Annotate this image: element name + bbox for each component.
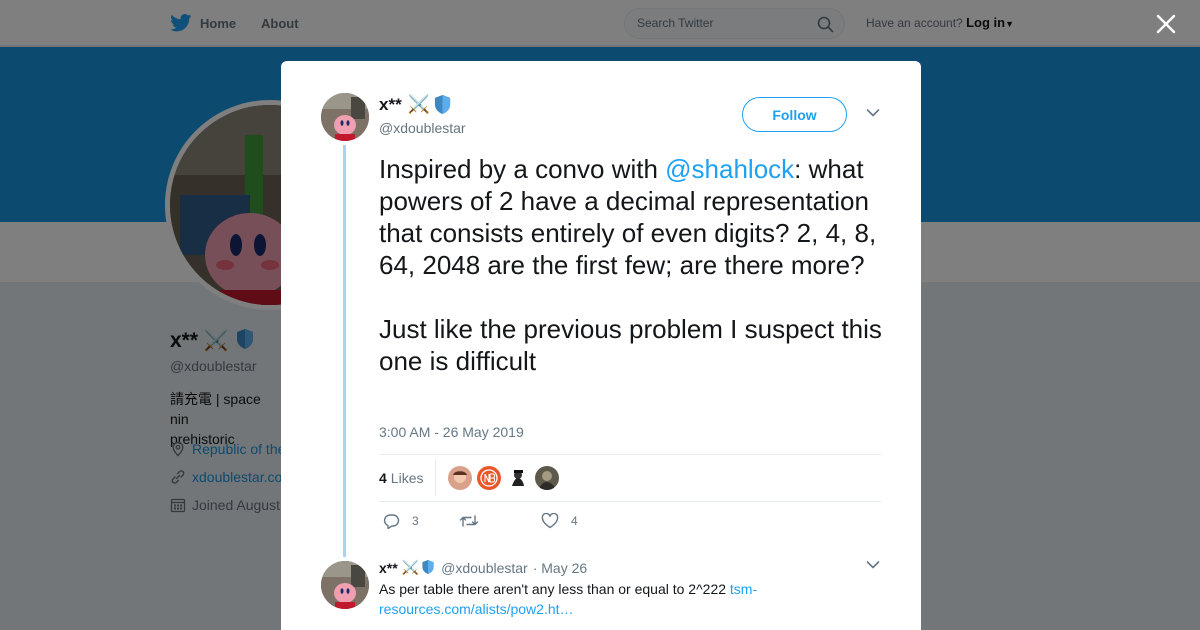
- liker-avatar[interactable]: [506, 466, 531, 490]
- likes-stat[interactable]: 4 Likes: [379, 460, 437, 496]
- tweet-text: Inspired by a convo with @shahlock: what…: [379, 153, 889, 377]
- tweet-actions: 3 4: [379, 513, 779, 533]
- tweet-stats: 4 Likes: [379, 454, 881, 502]
- reply-date[interactable]: · May 26: [533, 560, 587, 576]
- mention-link[interactable]: @shahlock: [665, 154, 794, 184]
- shield-icon: [422, 560, 434, 574]
- replies-count: 3: [412, 514, 419, 528]
- shield-icon: [435, 95, 451, 114]
- likes-label: Likes: [390, 470, 424, 486]
- liker-avatar[interactable]: [477, 466, 502, 490]
- tweet-timestamp[interactable]: 3:00 AM - 26 May 2019: [379, 424, 524, 440]
- tweet-modal: x** ⚔️ @xdoublestar Follow Inspired by a…: [281, 61, 921, 630]
- liker-avatar[interactable]: [448, 466, 473, 490]
- likers-list: [448, 466, 560, 490]
- follow-button[interactable]: Follow: [742, 97, 847, 132]
- reply-icon: [383, 514, 400, 529]
- author-avatar-image: [321, 93, 369, 141]
- reply-button[interactable]: 3: [383, 513, 419, 529]
- retweet-button[interactable]: [459, 513, 491, 529]
- reply-avatar-image: [321, 561, 369, 609]
- author-avatar[interactable]: [321, 93, 369, 141]
- reply-author-name[interactable]: x**: [379, 560, 398, 576]
- heart-icon: [541, 513, 559, 529]
- reply-text-body: As per table there aren't any less than …: [379, 581, 730, 597]
- reply-author-avatar[interactable]: [321, 561, 369, 609]
- crossed-swords-icon: ⚔️: [401, 559, 420, 575]
- reply-author-handle[interactable]: @xdoublestar: [441, 560, 528, 576]
- thread-line: [343, 145, 346, 557]
- author-name-text: x**: [379, 94, 402, 114]
- likes-action-count: 4: [571, 514, 578, 528]
- author-handle[interactable]: @xdoublestar: [379, 120, 466, 136]
- retweet-icon: [459, 515, 479, 527]
- reply-header: x** ⚔️ @xdoublestar · May 26: [379, 559, 587, 576]
- reply-text: As per table there aren't any less than …: [379, 579, 799, 619]
- chevron-down-icon[interactable]: [866, 560, 880, 570]
- tweet-text-second: Just like the previous problem I suspect…: [379, 314, 882, 376]
- close-icon[interactable]: [1154, 12, 1178, 36]
- chevron-down-icon[interactable]: [866, 108, 880, 118]
- likes-count: 4: [379, 470, 387, 486]
- tweet-text-intro: Inspired by a convo with: [379, 154, 666, 184]
- liker-avatar[interactable]: [535, 466, 560, 490]
- crossed-swords-icon: ⚔️: [407, 94, 431, 114]
- author-name[interactable]: x** ⚔️: [379, 94, 452, 115]
- like-button[interactable]: 4: [541, 513, 578, 529]
